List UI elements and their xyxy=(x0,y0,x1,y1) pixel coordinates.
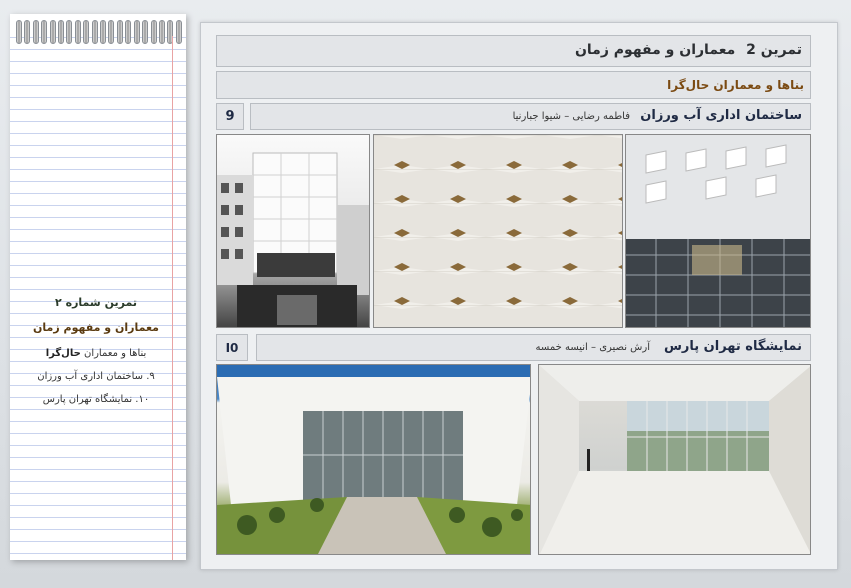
photo-abvarzan-street xyxy=(216,134,370,328)
notebook-topic: معماران و مفهوم زمان xyxy=(33,321,159,334)
notebook-exercise-number: تمرین شماره ۲ xyxy=(55,296,137,309)
project-10-title: نمایشگاه تهران پارس xyxy=(663,339,802,354)
spiral-binding xyxy=(16,20,182,44)
page-title-bar: تمرین 2 معماران و مفهوم زمان xyxy=(216,35,811,67)
notebook-item-9: ۹. ساختمان اداری آب ورزان xyxy=(37,371,155,382)
project-10-number: I0 xyxy=(216,334,248,361)
photo-abvarzan-facade-detail xyxy=(373,134,623,328)
photo-tehranpars-exterior xyxy=(216,364,531,555)
notebook-item-10: ۱۰. نمایشگاه تهران پارس xyxy=(42,394,150,405)
photo-abvarzan-facade xyxy=(625,134,811,328)
section-bar: بناها و معماران حال‌گرا xyxy=(216,71,811,99)
project-9-architects: فاطمه رضایی – شیوا جبارنیا xyxy=(512,111,630,122)
notebook-sidebar: تمرین شماره ۲ معماران و مفهوم زمان بناها… xyxy=(10,14,186,560)
notebook-text: تمرین شماره ۲ معماران و مفهوم زمان بناها… xyxy=(20,296,172,417)
notebook-section: بناها و معماران حال‌گرا xyxy=(45,348,147,359)
project-9-number: 9 xyxy=(216,103,244,130)
project-10-architects: آرش نصیری – انیسه خمسه xyxy=(535,342,650,353)
project-9-title: ساختمان اداری آب ورزان xyxy=(640,108,802,123)
section-title: بناها و معماران حال‌گرا xyxy=(667,78,804,92)
notebook-margin-line xyxy=(172,36,173,560)
project-9-bar: ساختمان اداری آب ورزان فاطمه رضایی – شیو… xyxy=(250,103,811,130)
photo-tehranpars-interior xyxy=(538,364,811,555)
page-title: تمرین 2 معماران و مفهوم زمان xyxy=(574,42,802,58)
project-10-bar: نمایشگاه تهران پارس آرش نصیری – انیسه خم… xyxy=(256,334,811,361)
